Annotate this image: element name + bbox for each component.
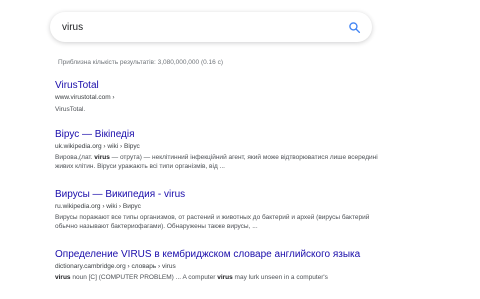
result-title-link[interactable]: VirusTotal [55, 80, 385, 92]
snippet-highlight: virus [94, 153, 110, 161]
result-url[interactable]: www.virustotal.com › [55, 93, 385, 102]
result-title-link[interactable]: Определение VIRUS в кембриджском словаре… [55, 249, 385, 261]
search-result: Вірус — Вікіпедія uk.wikipedia.org › wik… [55, 129, 385, 172]
search-result: VirusTotal www.virustotal.com › VirusTot… [55, 80, 385, 115]
snippet-text: may lurk unseen in a computer's [232, 273, 328, 281]
search-icon [348, 21, 360, 33]
result-snippet: Вирова,(лат. virus — отрута) — неклітинн… [55, 153, 385, 172]
search-button[interactable] [346, 19, 362, 35]
snippet-text: Вирова,(лат. [55, 153, 95, 161]
result-title-link[interactable]: Вирусы — Википедия - virus [55, 189, 385, 201]
search-bar [50, 12, 372, 42]
result-url[interactable]: uk.wikipedia.org › wiki › Вірус [55, 142, 385, 151]
search-result: Определение VIRUS в кембриджском словаре… [55, 249, 385, 283]
search-input[interactable] [62, 17, 346, 37]
result-snippet: virus noun [C] (COMPUTER PROBLEM) ... A … [55, 273, 385, 283]
result-url[interactable]: dictionary.cambridge.org › словарь › vir… [55, 262, 385, 271]
snippet-text: noun [C] (COMPUTER PROBLEM) ... A comput… [70, 273, 218, 281]
snippet-highlight: virus [55, 273, 71, 281]
snippet-highlight: virus [217, 273, 233, 281]
results-stats: Приблизна кількість результатів: 3,080,0… [58, 59, 223, 66]
search-result: Вирусы — Википедия - virus ru.wikipedia.… [55, 189, 385, 232]
results-list: VirusTotal www.virustotal.com › VirusTot… [55, 80, 385, 299]
result-title-link[interactable]: Вірус — Вікіпедія [55, 129, 385, 141]
result-snippet: Вирусы поражают все типы организмов, от … [55, 213, 370, 231]
result-url[interactable]: ru.wikipedia.org › wiki › Вирус [55, 202, 385, 211]
result-snippet: VirusTotal. [55, 106, 86, 113]
